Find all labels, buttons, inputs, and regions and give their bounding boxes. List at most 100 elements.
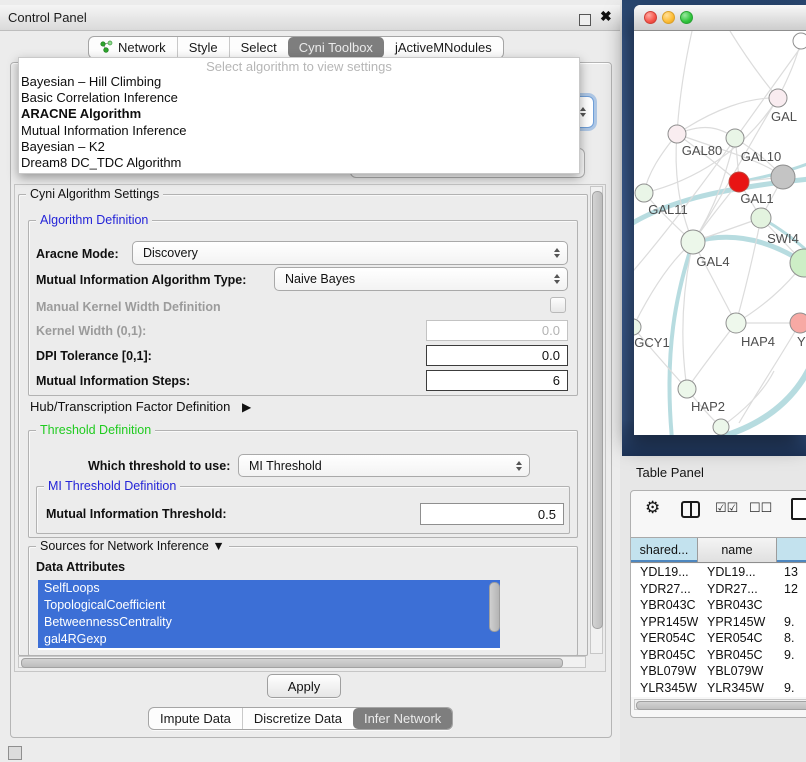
node-label: HAP2 — [691, 399, 725, 414]
algorithm-option[interactable]: ARACNE Algorithm — [19, 106, 579, 122]
settings-horizontal-scrollbar-thumb[interactable] — [21, 658, 563, 668]
table-row[interactable]: YER054CYER054C8. — [631, 630, 806, 647]
node-gcy1[interactable] — [634, 319, 641, 335]
attributes-scrollbar-thumb[interactable] — [489, 582, 500, 632]
which-threshold-combobox[interactable]: MI Threshold — [238, 454, 530, 477]
hub-transcription-section[interactable]: Hub/Transcription Factor Definition ▶ — [30, 399, 251, 414]
new-table-icon[interactable] — [791, 498, 806, 520]
aracne-mode-combobox[interactable]: Discovery — [132, 241, 568, 265]
table-horizontal-scrollbar-thumb[interactable] — [636, 701, 806, 710]
tab-impute-data-label: Impute Data — [160, 711, 231, 726]
node-label: GAL — [771, 109, 797, 124]
aracne-mode-label: Aracne Mode: — [36, 247, 119, 261]
algorithm-option[interactable]: Mutual Information Inference — [19, 123, 579, 139]
node-gal1[interactable] — [729, 172, 749, 192]
node-label: GAL4 — [696, 254, 729, 269]
deselect-all-checkboxes-icon[interactable]: ☐☐ — [749, 500, 772, 516]
kernel-width-field[interactable]: 0.0 — [426, 320, 568, 341]
tab-select[interactable]: Select — [229, 37, 288, 58]
node-swi4[interactable] — [751, 208, 771, 228]
table-cell: YPR145W — [698, 615, 777, 629]
group-title-threshold-definition: Threshold Definition — [36, 423, 155, 437]
combo-arrows-icon — [554, 248, 560, 258]
manual-kernel-checkbox[interactable] — [550, 297, 566, 313]
dpi-tolerance-field[interactable]: 0.0 — [426, 345, 568, 366]
group-title-cyni: Cyni Algorithm Settings — [26, 187, 163, 201]
settings-horizontal-scrollbar[interactable] — [18, 656, 586, 668]
table-row[interactable]: YLR345WYLR345W9. — [631, 680, 806, 697]
network-canvas[interactable]: GALGAL80GAL10GAL1GAL11SWI4GAL4GCY1HAP4YH… — [634, 31, 806, 435]
node-gal4[interactable] — [681, 230, 705, 254]
node-gal11[interactable] — [635, 184, 653, 202]
cyni-bottom-tabbar: Impute Data Discretize Data Infer Networ… — [148, 707, 453, 730]
control-panel-title: Control Panel — [8, 10, 87, 25]
data-attributes-list[interactable]: SelfLoopsTopologicalCoefficientBetweenne… — [38, 580, 500, 650]
table-row[interactable]: YBL079WYBL079W — [631, 663, 806, 680]
algorithm-option[interactable]: Bayesian – Hill Climbing — [19, 74, 579, 90]
tab-style[interactable]: Style — [177, 37, 229, 58]
network-window-titlebar — [634, 5, 806, 31]
table-row[interactable]: YBR045CYBR045C9. — [631, 647, 806, 664]
tab-infer-network[interactable]: Infer Network — [353, 708, 452, 729]
table-row[interactable]: YDR27...YDR27...12 — [631, 581, 806, 598]
settings-vertical-scrollbar[interactable] — [590, 186, 603, 654]
column-header-name[interactable]: name — [698, 538, 777, 562]
table-row[interactable]: YPR145WYPR145W9. — [631, 614, 806, 631]
mi-type-combobox[interactable]: Naive Bayes — [274, 267, 568, 291]
screen: Control Panel ✖ Network Style Select — [0, 0, 806, 762]
tab-cyni-toolbox[interactable]: Cyni Toolbox — [288, 37, 384, 58]
control-panel-titlebar: Control Panel ✖ — [0, 5, 620, 31]
tab-style-label: Style — [189, 40, 218, 55]
select-all-checkboxes-icon[interactable]: ☑☑ — [715, 500, 738, 516]
data-attribute-item[interactable]: TopologicalCoefficient — [38, 597, 500, 614]
gear-icon[interactable]: ⚙ — [645, 499, 660, 517]
algorithm-option[interactable]: Bayesian – K2 — [19, 139, 579, 155]
tab-impute-data[interactable]: Impute Data — [149, 708, 242, 729]
node-partial-bottom[interactable] — [713, 419, 729, 435]
node-gray[interactable] — [771, 165, 795, 189]
node-gal80[interactable] — [668, 125, 686, 143]
apply-button[interactable]: Apply — [267, 674, 341, 698]
node-label: GAL1 — [740, 191, 773, 206]
algorithm-option[interactable]: Basic Correlation Inference — [19, 90, 579, 106]
docked-panel-icon[interactable] — [8, 746, 22, 760]
tab-network[interactable]: Network — [89, 37, 177, 58]
node-gal-pink[interactable] — [769, 89, 787, 107]
zoom-traffic-light-icon[interactable] — [680, 11, 693, 24]
data-attribute-item[interactable]: SelfLoops — [38, 580, 500, 597]
table-row[interactable]: YDL19...YDL19...13 — [631, 564, 806, 581]
table-panel-header: Table Panel — [622, 456, 806, 488]
node-partial-top[interactable] — [793, 33, 806, 49]
algorithm-dropdown-prompt: Select algorithm to view settings — [19, 58, 579, 74]
table-cell: YLR345W — [698, 681, 777, 695]
table-header-row: shared... name — [631, 537, 806, 563]
mi-steps-field[interactable]: 6 — [426, 370, 568, 391]
tab-jactivemnodules[interactable]: jActiveMNodules — [384, 37, 503, 58]
node-salmon[interactable] — [790, 313, 806, 333]
tab-discretize-data[interactable]: Discretize Data — [242, 708, 353, 729]
node-hap2[interactable] — [678, 380, 696, 398]
close-traffic-light-icon[interactable] — [644, 11, 657, 24]
node-hap4[interactable] — [726, 313, 746, 333]
columns-icon[interactable] — [681, 501, 700, 518]
table-row[interactable]: YIL052CYIL052C9. — [631, 696, 806, 697]
mi-threshold-field[interactable]: 0.5 — [420, 503, 564, 525]
table-horizontal-scrollbar[interactable] — [634, 699, 806, 710]
which-threshold-label: Which threshold to use: — [88, 459, 230, 473]
tab-select-label: Select — [241, 40, 277, 55]
float-window-icon[interactable] — [579, 14, 591, 26]
node-gal10[interactable] — [726, 129, 744, 147]
column-header-shared-name[interactable]: shared... — [631, 538, 698, 562]
close-icon[interactable]: ✖ — [600, 8, 612, 25]
table-row[interactable]: YBR043CYBR043C — [631, 597, 806, 614]
data-attribute-item[interactable]: BetweennessCentrality — [38, 614, 500, 631]
column-header-partial[interactable] — [777, 538, 806, 562]
data-attribute-item[interactable]: gal4RGexp — [38, 631, 500, 648]
minimize-traffic-light-icon[interactable] — [662, 11, 675, 24]
collapsed-arrow-icon[interactable]: ▶ — [242, 400, 251, 414]
table-cell: 9. — [777, 648, 806, 662]
settings-vertical-scrollbar-thumb[interactable] — [592, 191, 603, 629]
table-rows: YDL19...YDL19...13YDR27...YDR27...12YBR0… — [631, 564, 806, 697]
algorithm-option[interactable]: Dream8 DC_TDC Algorithm — [19, 155, 579, 171]
expanded-arrow-icon[interactable]: ▼ — [212, 539, 224, 553]
